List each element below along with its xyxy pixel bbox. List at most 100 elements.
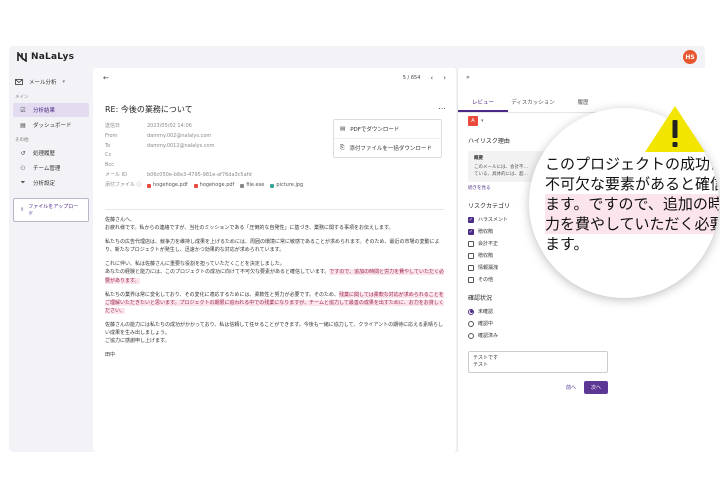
status-option[interactable]: 未確認 xyxy=(468,308,608,315)
body-paragraph: 私たちの業界は常に変化しており、その変化に適応するためには、柔軟性と努力が必要で… xyxy=(105,291,447,315)
sidebar-item-label: 処理履歴 xyxy=(33,151,56,157)
prev-email-icon[interactable]: ‹ xyxy=(430,74,433,82)
email-subject: RE: 今後の業務について xyxy=(105,105,193,114)
checkbox-icon[interactable] xyxy=(468,240,474,247)
magnified-text: このプロジェクトの成功に 不可欠な要素があると確信 ます。ですので、追加の時間 … xyxy=(545,154,719,254)
meta-value: b06c050e-b8e3-4795-981e-af76da3c5afd xyxy=(147,171,252,178)
memo-line: テストです xyxy=(473,355,499,361)
download-pdf-button[interactable]: ▤ PDFでダウンロード xyxy=(334,120,441,138)
meta-value: dammy.0012@nalalys.com xyxy=(147,142,215,149)
option-label: 会計不正 xyxy=(478,241,499,247)
prev-button[interactable]: 前へ xyxy=(566,384,576,391)
mail-icon xyxy=(15,79,23,85)
checkbox-checked-icon[interactable]: ✓ xyxy=(468,216,474,223)
upload-button-label: ファイルをアップロード xyxy=(28,204,79,217)
attachment-chip[interactable]: picture.jpg xyxy=(270,181,303,191)
image-file-icon xyxy=(270,183,275,188)
meta-row-cc: Cc xyxy=(105,151,303,161)
body-line: これに伴い、私は佐藤さんに重要な役割を担っていただくことを決定しました。 xyxy=(105,261,285,268)
meta-key: From xyxy=(105,132,118,139)
checkbox-icon[interactable] xyxy=(468,252,474,259)
tab-discussion[interactable]: ディスカッション xyxy=(508,94,558,112)
risk-badge[interactable]: A xyxy=(468,116,478,126)
upload-button[interactable]: ⇪ ファイルをアップロード xyxy=(13,198,89,222)
collapse-panel-icon[interactable]: » xyxy=(458,68,705,87)
meta-row-bcc: Bcc xyxy=(105,161,303,171)
tab-review[interactable]: レビュー xyxy=(458,94,508,112)
sidebar-item-settings[interactable]: ⏷ 分析設定 xyxy=(13,176,89,190)
divider xyxy=(105,209,444,210)
app-logo[interactable]: NaLaLys xyxy=(17,52,74,62)
sidebar: メール分析 ▾ メイン ☑ 分析結果 ▤ ダッシュボード その他 ↺ 処理履歴 … xyxy=(9,74,93,230)
mail-analysis-label: メール分析 xyxy=(29,80,57,86)
chevron-down-icon: ▾ xyxy=(481,118,484,124)
chevron-down-icon: ▾ xyxy=(62,79,66,85)
meta-key: Bcc xyxy=(105,162,114,169)
memo-line: テスト xyxy=(473,362,489,368)
download-attachments-button[interactable]: ⎘ 添付ファイルを一括ダウンロード xyxy=(334,138,441,157)
sidebar-item-team[interactable]: ⚇ チーム管理 xyxy=(13,161,89,175)
meta-row-mail-id: メール ID b06c050e-b8e3-4795-981e-af76da3c5a… xyxy=(105,171,303,181)
option-label: 情報漏洩 xyxy=(478,265,499,271)
document-icon: ▤ xyxy=(340,126,346,132)
body-paragraph: 佐藤さんの能力には私たちの成功がかかっており、私は信頼して任せることができます。… xyxy=(105,321,447,345)
file-icon xyxy=(240,183,245,188)
body-line: あなたの経験と能力には、このプロジェクトの成功に向けて不可欠な要素があると確信し… xyxy=(105,269,330,276)
attachment-chip[interactable]: file.exe xyxy=(240,181,264,191)
body-line: 私たちの業界は常に変化しており、その変化に適応するためには、柔軟性と努力が必要で… xyxy=(105,291,340,298)
app-name: NaLaLys xyxy=(31,52,75,62)
option-label: 確認中 xyxy=(478,321,494,327)
next-button[interactable]: 次へ xyxy=(583,381,608,394)
download-menu: ▤ PDFでダウンロード ⎘ 添付ファイルを一括ダウンロード xyxy=(333,119,442,158)
team-icon: ⚇ xyxy=(20,164,26,172)
pdf-file-icon xyxy=(147,183,151,188)
next-email-icon[interactable]: › xyxy=(443,74,446,82)
section-label-main: メイン xyxy=(15,95,29,100)
option-label: 贈収賄 xyxy=(478,253,494,259)
meta-row-attachments: 添付ファイル ⓘ hogehoge.pdf hogehoge.pdf file.… xyxy=(105,181,303,191)
sidebar-item-history[interactable]: ↺ 処理履歴 xyxy=(13,146,89,160)
body-paragraph: これに伴い、私は佐藤さんに重要な役割を担っていただくことを決定しました。 あなた… xyxy=(105,260,447,284)
option-label: 未確認 xyxy=(478,309,494,315)
sidebar-item-analysis-results[interactable]: ☑ 分析結果 xyxy=(13,103,89,117)
meta-row-from: From dammy.002@nalalys.com xyxy=(105,132,303,142)
info-icon: ⓘ xyxy=(136,181,142,188)
meta-key: 添付ファイル ⓘ xyxy=(105,181,147,191)
attachment-name: file.exe xyxy=(246,181,265,188)
history-icon: ↺ xyxy=(20,149,26,157)
tab-history[interactable]: 履歴 xyxy=(558,94,608,112)
radio-icon[interactable] xyxy=(468,332,474,339)
magnified-background-text: 会計不 xyxy=(537,118,553,124)
user-avatar[interactable]: HS xyxy=(683,50,697,64)
email-detail: ← 5 / 654 ‹ › RE: 今後の業務について ⋯ 送信日 2023/05… xyxy=(93,68,456,452)
more-options-icon[interactable]: ⋯ xyxy=(438,104,446,113)
radio-checked-icon[interactable] xyxy=(468,308,474,315)
magnified-line: 力を費やしていただく必要が xyxy=(545,214,719,234)
mail-analysis-dropdown[interactable]: メール分析 ▾ xyxy=(9,74,93,90)
radio-icon[interactable] xyxy=(468,320,474,327)
panel-tabs: レビュー ディスカッション 履歴 xyxy=(458,94,608,113)
magnified-line: ます。 xyxy=(545,235,589,253)
sidebar-item-label: チーム管理 xyxy=(33,166,61,172)
attachment-chip[interactable]: hogehoge.pdf xyxy=(147,181,188,191)
checkbox-icon[interactable] xyxy=(468,276,474,283)
checkbox-checked-icon[interactable]: ✓ xyxy=(468,228,474,235)
attachment-chip[interactable]: hogehoge.pdf xyxy=(193,181,234,191)
status-option[interactable]: 確認中 xyxy=(468,320,608,327)
email-meta: 送信日 2023/05/02 14:06 From dammy.002@nalaly… xyxy=(105,122,303,191)
body-paragraph: 私たちの広告代理店は、競争力を維持し成果を上げるためには、周囲の環境に常に敏感で… xyxy=(105,239,440,254)
sidebar-item-dashboard[interactable]: ▤ ダッシュボード xyxy=(13,118,89,132)
logo-icon xyxy=(17,52,27,62)
meta-value: dammy.002@nalalys.com xyxy=(147,132,212,139)
memo-field[interactable]: テストです テスト xyxy=(468,351,608,373)
sidebar-item-label: 分析結果 xyxy=(33,108,56,114)
status-option[interactable]: 確認済み xyxy=(468,332,608,339)
sidebar-item-label: 分析設定 xyxy=(33,181,56,187)
meta-key: 送信日 xyxy=(105,123,121,129)
email-toolbar: ← 5 / 654 ‹ › xyxy=(93,68,456,88)
checkbox-icon[interactable] xyxy=(468,264,474,271)
download-pdf-label: PDFでダウンロード xyxy=(350,127,400,133)
attachment-name: picture.jpg xyxy=(276,181,304,188)
back-arrow-icon[interactable]: ← xyxy=(103,74,109,82)
nav-buttons: 前へ 次へ xyxy=(468,381,608,394)
